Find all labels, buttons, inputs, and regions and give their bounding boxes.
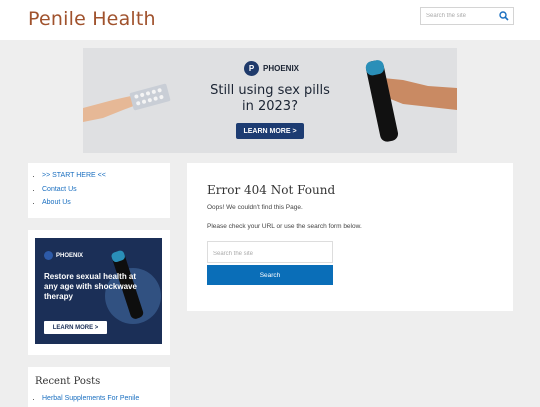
recent-posts-title: Recent Posts	[35, 376, 101, 387]
main-search-field	[207, 241, 333, 264]
banner-brand-label: PHOENIX	[263, 63, 300, 73]
sidebar-ad-widget: PHOENIX Restore sexual health at any age…	[28, 230, 170, 355]
recent-posts-list: Herbal Supplements For Penile	[35, 394, 139, 404]
sidebar-ad-brand-label: PHOENIX	[56, 252, 84, 259]
header-search	[420, 7, 514, 25]
search-icon[interactable]	[499, 11, 509, 21]
sidebar-nav-list: >> START HERE << Contact Us About Us	[28, 163, 170, 210]
banner-headline: Still using sex pills in 2023?	[210, 83, 330, 114]
error-404-panel: Error 404 Not Found Oops! We couldn't fi…	[187, 163, 513, 311]
sidebar-ad-text: Restore sexual health at any age with sh…	[44, 272, 137, 301]
error-message: Oops! We couldn't find this Page.	[207, 204, 303, 211]
header-search-input[interactable]	[421, 8, 498, 24]
recent-posts-widget: Recent Posts Herbal Supplements For Peni…	[28, 367, 170, 407]
sidebar-nav-widget: >> START HERE << Contact Us About Us	[28, 163, 170, 218]
banner-learn-more-button[interactable]: LEARN MORE >	[236, 123, 304, 139]
phoenix-logo-icon: P	[244, 60, 259, 76]
site-header: Penile Health	[0, 0, 540, 40]
sidebar-item-about-us[interactable]: About Us	[42, 196, 170, 210]
phoenix-banner-ad[interactable]: P PHOENIX Still using sex pills in 2023?…	[83, 48, 457, 153]
search-button[interactable]: Search	[207, 265, 333, 285]
sidebar-item-start-here[interactable]: >> START HERE <<	[42, 169, 170, 183]
page-title: Error 404 Not Found	[207, 183, 336, 197]
sidebar-ad-brand: PHOENIX	[44, 251, 83, 260]
sidebar-item-contact-us[interactable]: Contact Us	[42, 183, 170, 197]
site-title[interactable]: Penile Health	[28, 8, 156, 30]
banner-brand: P PHOENIX	[244, 60, 299, 76]
main-search-input[interactable]	[208, 244, 331, 264]
sidebar-phoenix-ad[interactable]: PHOENIX Restore sexual health at any age…	[35, 238, 162, 344]
error-instructions: Please check your URL or use the search …	[207, 223, 362, 230]
recent-post-item[interactable]: Herbal Supplements For Penile	[42, 394, 139, 404]
phoenix-logo-icon	[44, 251, 53, 260]
sidebar-ad-learn-more-button[interactable]: LEARN MORE >	[44, 321, 107, 334]
